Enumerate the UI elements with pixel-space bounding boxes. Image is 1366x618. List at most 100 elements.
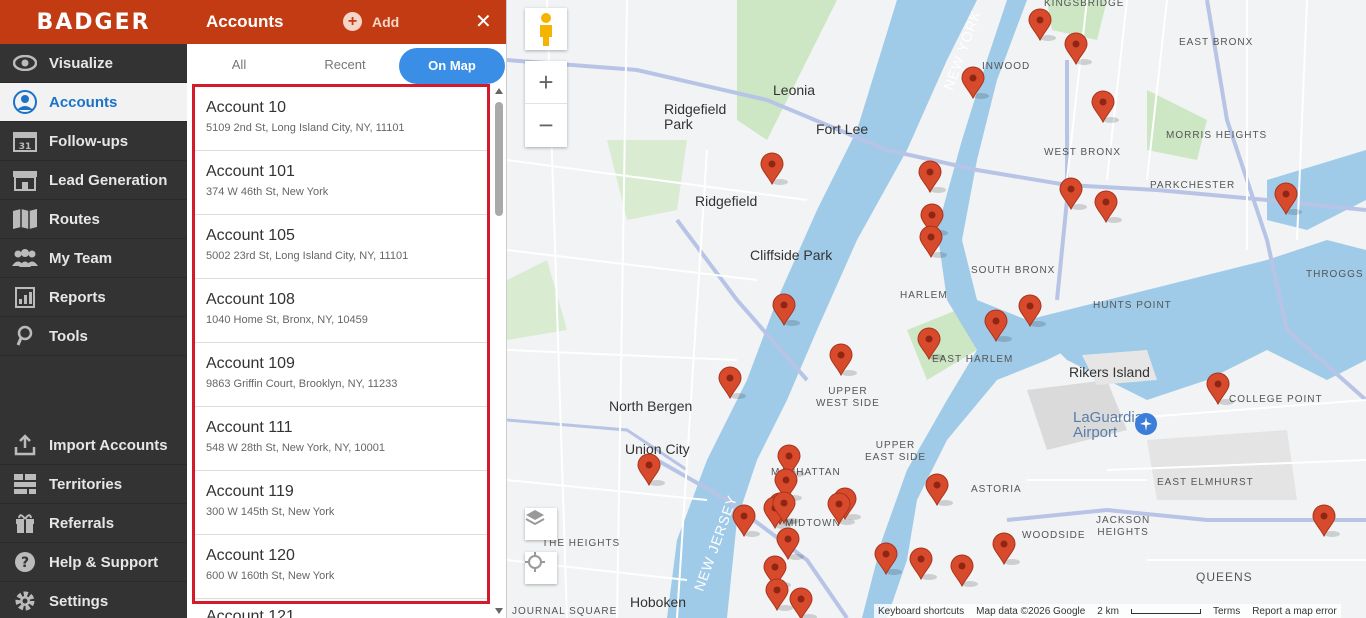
territories-icon [12, 473, 38, 495]
account-name: Account 111 [206, 419, 293, 436]
account-name-partial[interactable]: Account 121 [206, 608, 295, 618]
list-item[interactable]: Account 109 9863 Griffin Court, Brooklyn,… [195, 343, 487, 407]
account-name: Account 108 [206, 291, 295, 308]
nav-import-accounts[interactable]: Import Accounts [0, 426, 187, 465]
pegman-icon [540, 13, 552, 46]
map-pin-icon[interactable] [829, 343, 857, 377]
map-pin-icon[interactable] [874, 542, 902, 576]
map-pin-icon[interactable] [1064, 32, 1092, 66]
tab-all[interactable]: All [187, 57, 291, 72]
account-name: Account 10 [206, 99, 287, 116]
list-item[interactable]: Account 101 374 W 46th St, New York [195, 151, 487, 215]
my-location-button[interactable] [525, 552, 557, 584]
nav-territories[interactable]: Territories [0, 465, 187, 504]
nav-label: My Team [49, 249, 113, 267]
nav-lead-generation[interactable]: Lead Generation [0, 161, 187, 200]
zoom-out-button[interactable]: − [525, 104, 567, 147]
nav-my-team[interactable]: My Team [0, 239, 187, 278]
map-pin-icon[interactable] [917, 327, 945, 361]
account-list: Account 10 5109 2nd St, Long Island City,… [192, 84, 490, 604]
map-view[interactable]: Leonia Fort Lee Ridgefield Park Ridgefie… [507, 0, 1366, 618]
list-item[interactable]: Account 108 1040 Home St, Bronx, NY, 1045… [195, 279, 487, 343]
nav-follow-ups[interactable]: 31 Follow-ups [0, 122, 187, 161]
nav-label: Tools [49, 327, 88, 345]
map-pin-icon[interactable] [984, 309, 1012, 343]
list-item[interactable]: Account 120 600 W 160th St, New York [195, 535, 487, 599]
keyboard-shortcuts-link[interactable]: Keyboard shortcuts [878, 606, 964, 617]
scroll-down-arrow[interactable] [495, 608, 503, 614]
nav-label: Import Accounts [49, 436, 168, 454]
nav-settings[interactable]: Settings [0, 582, 187, 618]
list-item[interactable]: Account 111 548 W 28th St, New York, NY, … [195, 407, 487, 471]
map-pin-icon[interactable] [918, 160, 946, 194]
map-pin-icon[interactable] [1274, 182, 1302, 216]
map-pin-icon[interactable] [637, 453, 665, 487]
map-pin-icon[interactable] [992, 532, 1020, 566]
map-pin-icon[interactable] [1312, 504, 1340, 538]
map-pin-icon[interactable] [925, 473, 953, 507]
nav-tools[interactable]: Tools [0, 317, 187, 356]
scale-bar [1130, 608, 1201, 614]
list-item[interactable]: Account 119 300 W 145th St, New York [195, 471, 487, 535]
layers-button[interactable] [525, 508, 557, 540]
map-pin-icon[interactable] [1206, 372, 1234, 406]
gift-icon [12, 512, 38, 534]
map-pin-icon[interactable] [1028, 8, 1056, 42]
map-icon [12, 208, 38, 230]
nav-label: Help & Support [49, 553, 159, 571]
map-pin-icon[interactable] [1018, 294, 1046, 328]
report-map-error-link[interactable]: Report a map error [1252, 606, 1336, 617]
close-icon[interactable]: ✕ [475, 9, 492, 34]
accounts-panel: Accounts + Add ✕ All Recent On Map Accou… [187, 0, 507, 618]
badger-logo[interactable]: BADGER [0, 0, 187, 44]
account-address: 9863 Griffin Court, Brooklyn, NY, 11233 [206, 378, 398, 390]
nav-routes[interactable]: Routes [0, 200, 187, 239]
user-icon [12, 90, 38, 114]
account-address: 600 W 160th St, New York [206, 570, 335, 582]
map-pin-icon[interactable] [776, 527, 804, 561]
scale-label: 2 km [1097, 605, 1119, 617]
nav-referrals[interactable]: Referrals [0, 504, 187, 543]
map-pin-icon[interactable] [718, 366, 746, 400]
scroll-up-arrow[interactable] [495, 88, 503, 94]
map-pin-icon[interactable] [950, 554, 978, 588]
map-pin-icon[interactable] [772, 293, 800, 327]
nav-label: Territories [49, 475, 123, 493]
map-pin-icon[interactable] [961, 66, 989, 100]
nav-visualize[interactable]: Visualize [0, 44, 187, 83]
list-item[interactable]: Account 105 5002 23rd St, Long Island Cit… [195, 215, 487, 279]
account-address: 5002 23rd St, Long Island City, NY, 1110… [206, 250, 409, 262]
account-address: 300 W 145th St, New York [206, 506, 335, 518]
nav-help-support[interactable]: ? Help & Support [0, 543, 187, 582]
map-footer: Keyboard shortcuts Map data ©2026 Google… [874, 604, 1341, 618]
wrench-icon [12, 325, 38, 347]
map-pin-icon[interactable] [909, 547, 937, 581]
upload-icon [12, 434, 38, 456]
scroll-thumb[interactable] [495, 102, 503, 216]
add-account-button[interactable]: + Add [343, 12, 399, 31]
map-pin-icon[interactable] [1094, 190, 1122, 224]
crosshair-icon [525, 552, 545, 572]
panel-title: Accounts [206, 12, 284, 31]
map-pin-icon[interactable] [1091, 90, 1119, 124]
account-name: Account 105 [206, 227, 295, 244]
team-icon [12, 247, 38, 269]
map-pin-icon[interactable] [1059, 177, 1087, 211]
street-view-pegman[interactable] [525, 8, 567, 50]
tab-on-map[interactable]: On Map [399, 48, 505, 84]
map-pin-icon[interactable] [789, 587, 817, 618]
map-pin-icon[interactable] [760, 152, 788, 186]
terms-link[interactable]: Terms [1213, 606, 1240, 617]
account-markers[interactable] [507, 0, 1366, 618]
storefront-icon [12, 169, 38, 191]
nav-accounts[interactable]: Accounts [0, 83, 187, 122]
zoom-in-button[interactable]: + [525, 61, 567, 104]
nav-label: Visualize [49, 54, 113, 72]
list-scrollbar[interactable] [494, 84, 504, 618]
nav-reports[interactable]: Reports [0, 278, 187, 317]
list-item[interactable]: Account 10 5109 2nd St, Long Island City,… [195, 87, 487, 151]
tab-recent[interactable]: Recent [291, 57, 399, 72]
map-pin-icon[interactable] [732, 504, 760, 538]
nav-bottom-group: Import Accounts Territories Referrals ? … [0, 426, 187, 618]
plus-icon: + [343, 12, 362, 31]
